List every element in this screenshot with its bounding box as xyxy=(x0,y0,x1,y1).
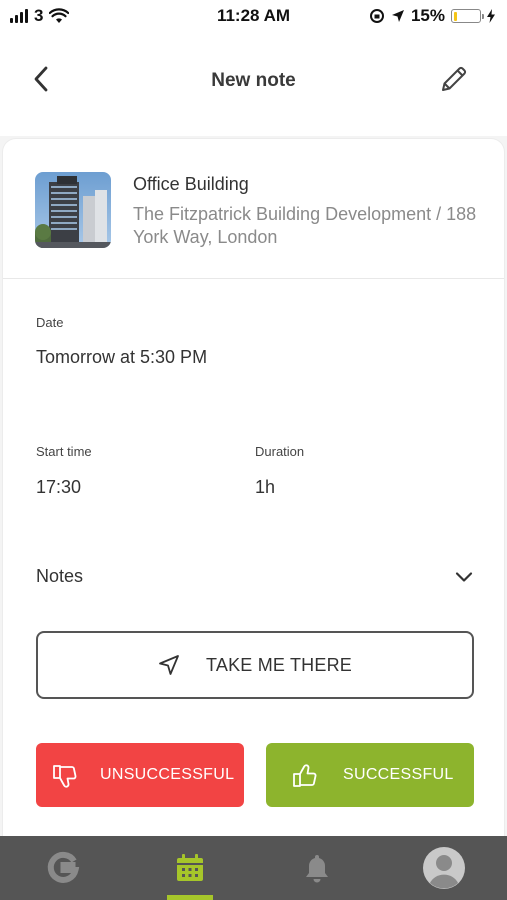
avatar-icon xyxy=(422,847,465,889)
logo-g-icon xyxy=(48,851,80,883)
property-row[interactable]: Office Building The Fitzpatrick Building… xyxy=(3,139,504,279)
signal-icon xyxy=(10,9,28,23)
start-time-value[interactable]: 17:30 xyxy=(36,477,81,498)
tab-profile[interactable] xyxy=(380,836,507,900)
status-left: 3 xyxy=(10,6,70,26)
notes-label: Notes xyxy=(36,566,84,586)
tab-notifications[interactable] xyxy=(254,836,381,900)
unsuccessful-button[interactable]: UNSUCCESSFUL xyxy=(36,743,244,807)
start-time-label: Start time xyxy=(36,444,92,459)
edit-button[interactable] xyxy=(437,62,471,96)
page-title: New note xyxy=(211,70,296,91)
property-address: The Fitzpatrick Building Development / 1… xyxy=(133,204,477,247)
status-right: 15% xyxy=(369,6,495,26)
battery-icon xyxy=(451,9,484,23)
successful-button[interactable]: SUCCESSFUL xyxy=(266,743,474,807)
duration-value[interactable]: 1h xyxy=(255,477,275,498)
duration-label: Duration xyxy=(255,444,305,459)
tab-home[interactable] xyxy=(0,836,127,900)
bell-icon xyxy=(305,855,328,883)
thumbs-up-icon xyxy=(293,764,317,787)
date-value[interactable]: Tomorrow at 5:30 PM xyxy=(36,347,207,368)
calendar-icon xyxy=(177,854,204,881)
unsuccessful-label: UNSUCCESSFUL xyxy=(100,766,235,783)
tab-bar xyxy=(0,836,507,900)
chevron-down-icon xyxy=(455,572,473,582)
property-thumbnail xyxy=(35,172,111,248)
take-me-there-button[interactable]: TAKE ME THERE xyxy=(36,631,474,699)
location-arrow-icon xyxy=(391,10,404,22)
thumbs-down-icon xyxy=(53,765,77,788)
battery-percent: 15% xyxy=(410,6,445,25)
header: New note xyxy=(0,32,507,136)
wifi-icon xyxy=(49,8,70,23)
date-label: Date xyxy=(36,315,64,330)
navigation-arrow-icon xyxy=(159,655,179,675)
tab-calendar[interactable] xyxy=(127,836,254,900)
successful-label: SUCCESSFUL xyxy=(343,766,454,783)
active-tab-indicator xyxy=(167,895,214,900)
orientation-lock-icon xyxy=(369,9,384,23)
property-title: Office Building xyxy=(133,174,249,194)
status-bar: 3 11:28 AM 15% xyxy=(0,0,507,32)
charging-icon xyxy=(487,9,495,23)
take-me-there-label: TAKE ME THERE xyxy=(206,654,352,675)
carrier-label: 3 xyxy=(34,6,44,25)
notes-toggle[interactable]: Notes xyxy=(3,557,504,597)
note-card: Office Building The Fitzpatrick Building… xyxy=(2,138,505,838)
pencil-icon xyxy=(442,66,467,91)
